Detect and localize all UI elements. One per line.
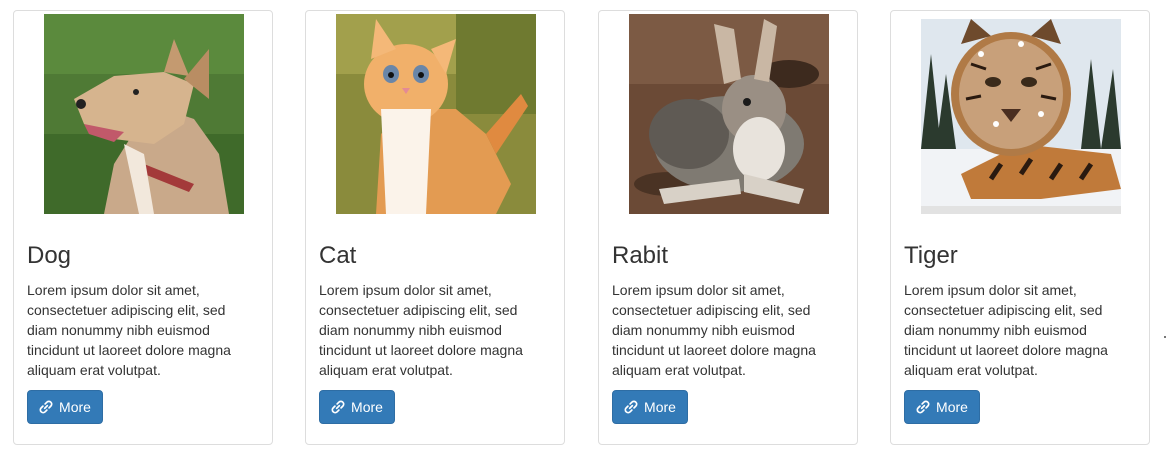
card-title: Tiger (904, 242, 958, 269)
edge-mark (1164, 336, 1166, 338)
card-cat: Cat Lorem ipsum dolor sit amet, consecte… (305, 10, 565, 445)
more-button[interactable]: More (904, 390, 980, 424)
card-description: Lorem ipsum dolor sit amet, consectetuer… (319, 282, 523, 378)
tiger-photo (921, 14, 1121, 214)
more-button-label: More (936, 399, 968, 415)
card-description: Lorem ipsum dolor sit amet, consectetuer… (612, 282, 816, 378)
link-icon (39, 400, 53, 414)
link-icon (916, 400, 930, 414)
more-button-label: More (351, 399, 383, 415)
more-button[interactable]: More (319, 390, 395, 424)
link-icon (331, 400, 345, 414)
more-button[interactable]: More (27, 390, 103, 424)
card-title: Cat (319, 242, 357, 269)
dog-photo (44, 14, 244, 214)
card-tiger: Tiger Lorem ipsum dolor sit amet, consec… (890, 10, 1150, 445)
card-description: Lorem ipsum dolor sit amet, consectetuer… (27, 282, 231, 378)
card-description: Lorem ipsum dolor sit amet, consectetuer… (904, 282, 1108, 378)
card-title: Dog (27, 242, 72, 269)
more-button[interactable]: More (612, 390, 688, 424)
card-dog: Dog Lorem ipsum dolor sit amet, consecte… (13, 10, 273, 445)
card-rabit: Rabit Lorem ipsum dolor sit amet, consec… (598, 10, 858, 445)
card-title: Rabit (612, 242, 669, 269)
more-button-label: More (644, 399, 676, 415)
cat-photo (336, 14, 536, 214)
rabbit-photo (629, 14, 829, 214)
link-icon (624, 400, 638, 414)
more-button-label: More (59, 399, 91, 415)
